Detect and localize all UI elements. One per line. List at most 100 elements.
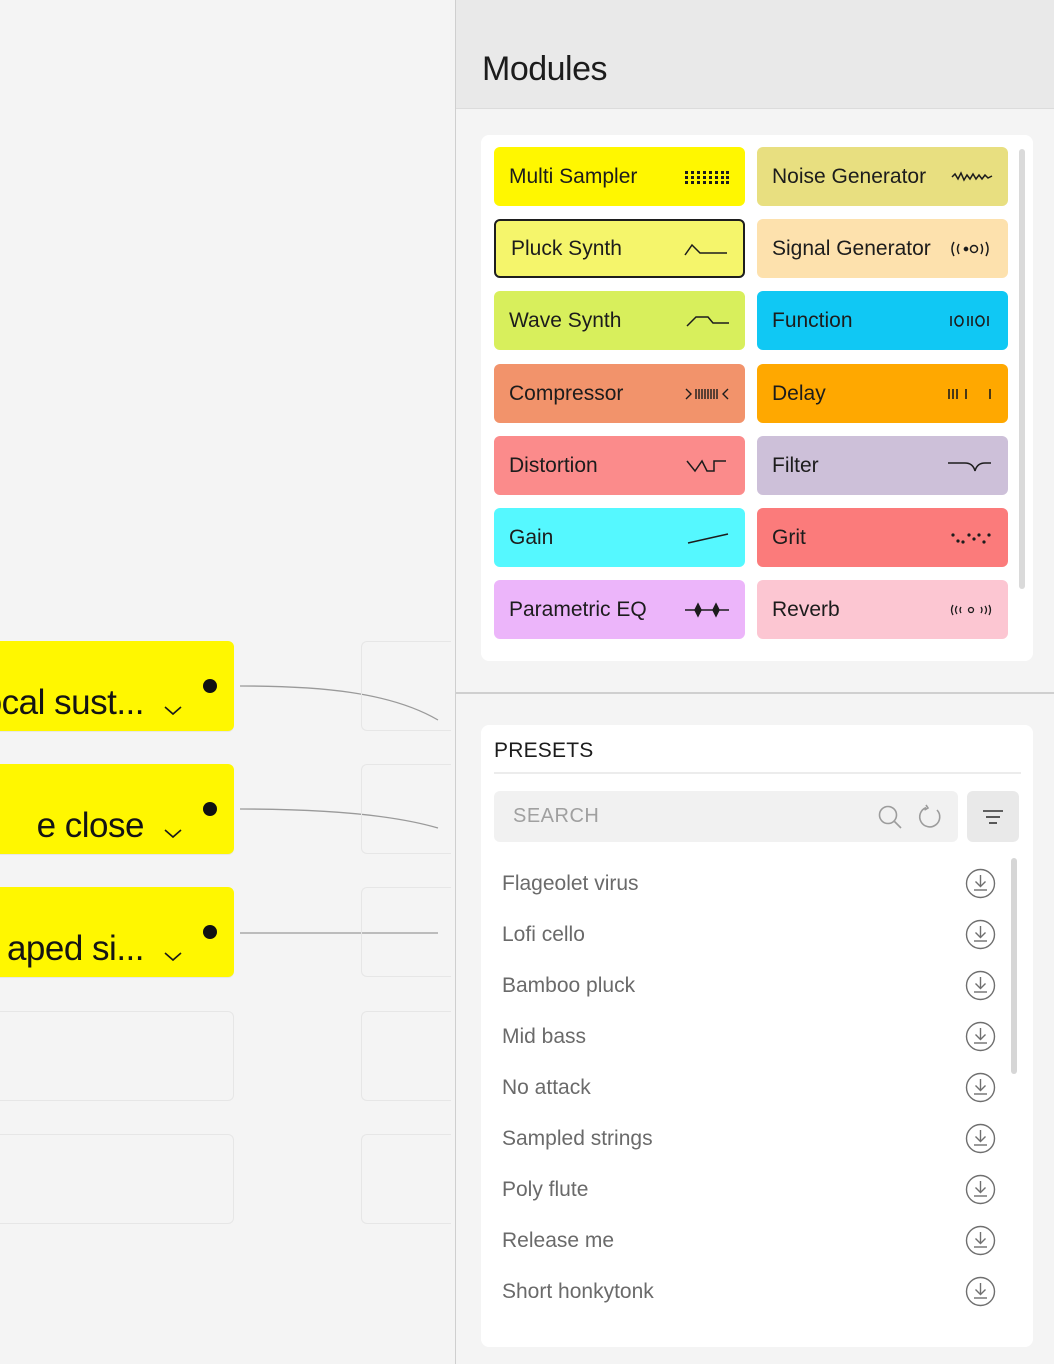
module-label: Gain — [509, 525, 554, 549]
download-icon[interactable] — [965, 1276, 996, 1307]
module-distortion[interactable]: Distortion — [494, 436, 745, 495]
module-slot[interactable] — [361, 1134, 451, 1224]
grit-dots-icon — [951, 532, 991, 544]
module-grit[interactable]: Grit — [757, 508, 1008, 567]
module-slot[interactable] — [361, 1011, 451, 1101]
module-compressor[interactable]: Compressor — [494, 364, 745, 423]
module-delay[interactable]: Delay — [757, 364, 1008, 423]
filter-lines-icon — [983, 809, 1003, 824]
module-noise-generator[interactable]: Noise Generator — [757, 147, 1008, 206]
filter-curve-icon — [948, 461, 991, 471]
module-label: Noise Generator — [772, 164, 927, 188]
modules-grid: Multi Sampler Noise Generator Pluck Synt… — [481, 135, 1033, 661]
module-pluck-synth[interactable]: Pluck Synth — [494, 219, 745, 278]
search-input[interactable] — [513, 805, 853, 828]
output-port-dot[interactable] — [203, 925, 217, 939]
search-icon[interactable] — [877, 804, 903, 830]
track-canvas: ocal sust... e close aped si... — [0, 0, 455, 1364]
modules-scrollbar[interactable] — [1019, 149, 1025, 589]
empty-track-slot[interactable] — [0, 1134, 234, 1224]
presets-scrollbar[interactable] — [1011, 858, 1017, 1074]
download-icon[interactable] — [965, 1072, 996, 1103]
preset-row[interactable]: Flageolet virus — [494, 858, 996, 909]
preset-row[interactable]: Short honkytonk — [494, 1266, 996, 1317]
download-icon[interactable] — [965, 868, 996, 899]
preset-label: Short honkytonk — [502, 1279, 654, 1303]
preset-row[interactable]: Lofi cello — [494, 909, 996, 960]
preset-row[interactable]: Mid bass — [494, 1011, 996, 1062]
chevron-down-icon[interactable] — [163, 703, 183, 717]
preset-row[interactable]: Sampled strings — [494, 1113, 996, 1164]
module-gain[interactable]: Gain — [494, 508, 745, 567]
module-slot[interactable] — [361, 641, 451, 731]
module-label: Delay — [772, 381, 826, 405]
output-port-dot[interactable] — [203, 679, 217, 693]
module-filter[interactable]: Filter — [757, 436, 1008, 495]
preset-label: Release me — [502, 1228, 615, 1252]
preset-row[interactable]: Poly flute — [494, 1164, 996, 1215]
module-slot[interactable] — [361, 764, 451, 854]
module-signal-generator[interactable]: Signal Generator — [757, 219, 1008, 278]
preset-list: Flageolet virus Lofi cello Bamboo pluck Mid… — [494, 858, 996, 1317]
track-name: ocal sust... — [0, 683, 145, 722]
download-icon[interactable] — [965, 970, 996, 1001]
track-block[interactable]: ocal sust... — [0, 641, 234, 731]
module-label: Wave Synth — [509, 308, 622, 332]
preset-label: Poly flute — [502, 1177, 589, 1201]
download-icon[interactable] — [965, 919, 996, 950]
download-icon[interactable] — [965, 1123, 996, 1154]
module-reverb[interactable]: Reverb — [757, 580, 1008, 639]
module-label: Multi Sampler — [509, 164, 638, 188]
panel-divider — [456, 692, 1054, 694]
refresh-icon[interactable] — [917, 804, 943, 830]
module-label: Parametric EQ — [509, 597, 647, 621]
module-label: Signal Generator — [772, 236, 931, 260]
download-icon[interactable] — [965, 1021, 996, 1052]
module-wave-synth[interactable]: Wave Synth — [494, 291, 745, 350]
empty-track-slot[interactable] — [0, 1011, 234, 1101]
track-name: aped si... — [6, 929, 145, 968]
track-name: e close — [36, 806, 145, 845]
preset-row[interactable]: Release me — [494, 1215, 996, 1266]
filter-button[interactable] — [967, 791, 1019, 842]
search-box[interactable] — [494, 791, 958, 842]
distortion-wave-icon — [686, 459, 726, 472]
module-function[interactable]: Function — [757, 291, 1008, 350]
module-label: Reverb — [772, 597, 840, 621]
module-label: Distortion — [509, 453, 598, 477]
function-binary-icon — [950, 314, 989, 327]
preset-label: Bamboo pluck — [502, 973, 636, 997]
pluck-envelope-icon — [684, 243, 727, 255]
chevron-down-icon[interactable] — [163, 949, 183, 963]
download-icon[interactable] — [965, 1174, 996, 1205]
preset-row[interactable]: No attack — [494, 1062, 996, 1113]
module-multi-sampler[interactable]: Multi Sampler — [494, 147, 745, 206]
side-panel: Modules Multi Sampler Noise Generator Pl… — [455, 0, 1054, 1364]
preset-row[interactable]: Bamboo pluck — [494, 960, 996, 1011]
preset-label: Lofi cello — [502, 922, 585, 946]
preset-label: Mid bass — [502, 1024, 587, 1048]
presets-section: PRESETS Flageolet virusLofi cell — [481, 725, 1033, 1347]
chevron-down-icon[interactable] — [163, 826, 183, 840]
module-slot[interactable] — [361, 887, 451, 977]
module-label: Function — [772, 308, 853, 332]
module-parametric-eq[interactable]: Parametric EQ — [494, 580, 745, 639]
modules-header: Modules — [456, 0, 1054, 109]
noise-wave-icon — [951, 170, 993, 182]
module-label: Grit — [772, 525, 806, 549]
parametric-eq-icon — [685, 601, 729, 618]
download-icon[interactable] — [965, 1225, 996, 1256]
module-label: Pluck Synth — [511, 236, 622, 260]
signal-broadcast-icon — [951, 241, 989, 256]
output-port-dot[interactable] — [203, 802, 217, 816]
preset-label: Sampled strings — [502, 1126, 653, 1150]
module-label: Filter — [772, 453, 819, 477]
multi-sampler-grid-icon — [685, 170, 729, 184]
presets-divider — [494, 772, 1021, 774]
module-label: Compressor — [509, 381, 624, 405]
track-block[interactable]: aped si... — [0, 887, 234, 977]
wave-envelope-icon — [686, 315, 729, 327]
gain-slope-icon — [687, 532, 729, 544]
track-block[interactable]: e close — [0, 764, 234, 854]
preset-label: No attack — [502, 1075, 591, 1099]
